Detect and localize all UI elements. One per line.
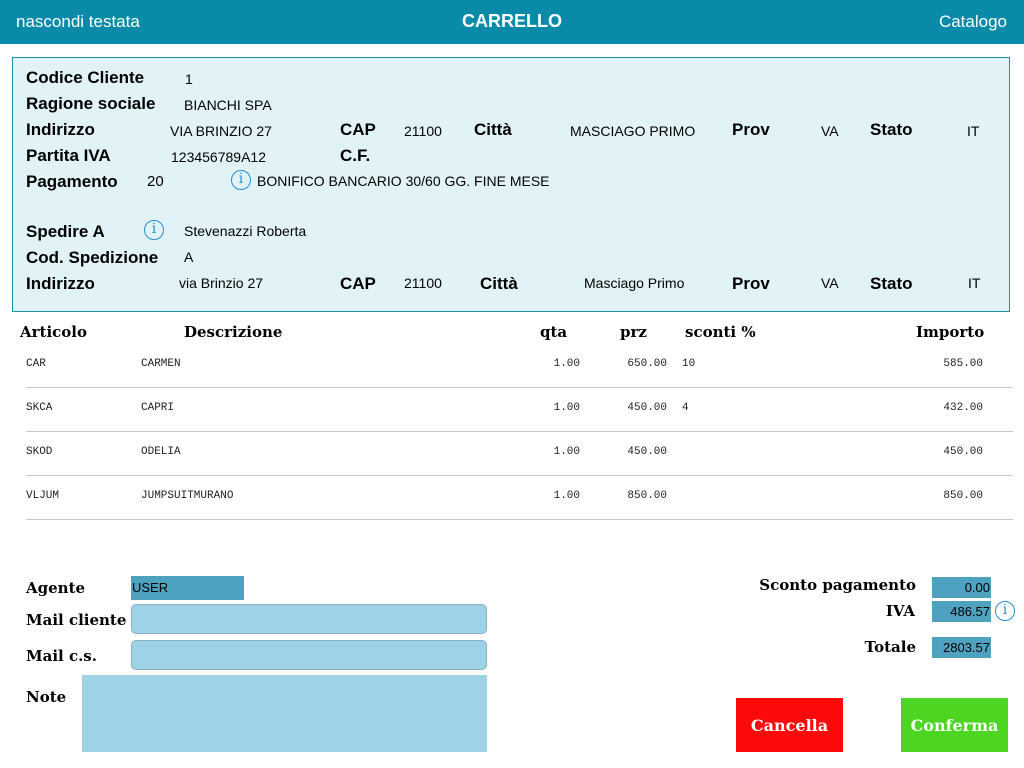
cell-qta: 1.00 [553, 446, 580, 458]
prov-spedizione-value: VA [821, 275, 839, 291]
cell-sconti: 4 [682, 402, 689, 414]
cell-descrizione: CARMEN [141, 358, 181, 370]
stato-spedizione-label: Stato [870, 274, 913, 293]
stato-value: IT [967, 123, 980, 139]
totale-label: Totale [864, 638, 916, 656]
table-row[interactable]: SKOD ODELIA 1.00 450.00 450.00 [26, 432, 1013, 476]
stato-label: Stato [870, 120, 913, 139]
partita-iva-label: Partita IVA [26, 146, 111, 165]
citta-label: Città [474, 120, 512, 139]
prov-label: Prov [732, 120, 770, 139]
spedire-a-value: Stevenazzi Roberta [184, 223, 307, 239]
pagamento-info-icon[interactable]: i [231, 170, 251, 190]
customer-header-panel: Codice Cliente 1 Ragione sociale BIANCHI… [12, 57, 1010, 312]
column-sconti: sconti % [685, 323, 756, 341]
codice-cliente-value: 1 [185, 71, 193, 87]
cell-importo: 850.00 [943, 490, 983, 502]
column-qta: qta [540, 323, 568, 341]
cod-spedizione-label: Cod. Spedizione [26, 248, 159, 267]
mail-cs-input[interactable] [131, 640, 487, 670]
column-prz: prz [620, 323, 647, 341]
cell-qta: 1.00 [553, 490, 580, 502]
pagamento-code: 20 [147, 173, 164, 190]
cell-articolo: SKOD [26, 446, 53, 458]
sconto-pagamento-value[interactable]: 0.00 [932, 577, 991, 598]
page-title: CARRELLO [462, 11, 562, 31]
catalog-button[interactable]: Catalogo [939, 12, 1007, 32]
cap-spedizione-value: 21100 [404, 275, 442, 291]
cell-articolo: SKCA [26, 402, 53, 414]
column-descrizione: Descrizione [184, 323, 283, 341]
cell-prz: 450.00 [627, 402, 667, 414]
cf-label: C.F. [340, 146, 371, 165]
citta-value: MASCIAGO PRIMO [570, 123, 696, 139]
note-label: Note [26, 688, 67, 706]
cap-label: CAP [340, 120, 376, 139]
cap-spedizione-label: CAP [340, 274, 376, 293]
table-row[interactable]: SKCA CAPRI 1.00 450.00 4 432.00 [26, 388, 1013, 432]
prov-spedizione-label: Prov [732, 274, 770, 293]
iva-value: 486.57 [932, 601, 991, 622]
stato-spedizione-value: IT [968, 275, 981, 291]
mail-cliente-input[interactable] [131, 604, 487, 634]
table-row[interactable]: VLJUM JUMPSUITMURANO 1.00 850.00 850.00 [26, 476, 1013, 520]
mail-cliente-label: Mail cliente [26, 611, 127, 629]
cell-importo: 585.00 [943, 358, 983, 370]
cell-descrizione: ODELIA [141, 446, 181, 458]
cod-spedizione-value: A [184, 249, 194, 265]
prov-value: VA [821, 123, 839, 139]
mail-cs-label: Mail c.s. [26, 647, 97, 665]
agente-field[interactable]: USER [131, 576, 244, 600]
indirizzo-spedizione-label: Indirizzo [26, 274, 95, 293]
cancel-button[interactable]: Cancella [736, 698, 843, 752]
agente-label: Agente [26, 579, 86, 597]
totale-value: 2803.57 [932, 637, 991, 658]
cell-importo: 450.00 [943, 446, 983, 458]
cell-prz: 450.00 [627, 446, 667, 458]
pagamento-description: BONIFICO BANCARIO 30/60 GG. FINE MESE [257, 173, 550, 189]
ragione-sociale-label: Ragione sociale [26, 94, 156, 113]
hide-header-button[interactable]: nascondi testata [16, 12, 140, 32]
confirm-button[interactable]: Conferma [901, 698, 1008, 752]
ragione-sociale-value: BIANCHI SPA [184, 97, 272, 113]
codice-cliente-label: Codice Cliente [26, 68, 145, 87]
cell-articolo: VLJUM [26, 490, 60, 502]
table-row[interactable]: CAR CARMEN 1.00 650.00 10 585.00 [26, 344, 1013, 388]
cell-prz: 650.00 [627, 358, 667, 370]
indirizzo-spedizione-value: via Brinzio 27 [179, 275, 264, 291]
cell-qta: 1.00 [553, 358, 580, 370]
cap-value: 21100 [404, 123, 442, 139]
cell-importo: 432.00 [943, 402, 983, 414]
spedire-a-info-icon[interactable]: i [144, 220, 164, 240]
cell-sconti: 10 [682, 358, 696, 370]
sconto-pagamento-label: Sconto pagamento [759, 576, 916, 594]
cell-descrizione: JUMPSUITMURANO [141, 490, 234, 502]
cell-qta: 1.00 [553, 402, 580, 414]
iva-info-icon[interactable]: i [995, 601, 1015, 621]
column-articolo: Articolo [20, 323, 88, 341]
indirizzo-value: VIA BRINZIO 27 [170, 123, 272, 139]
indirizzo-label: Indirizzo [26, 120, 95, 139]
citta-spedizione-value: Masciago Primo [584, 275, 685, 291]
partita-iva-value: 123456789A12 [171, 149, 266, 165]
iva-label: IVA [885, 602, 915, 620]
spedire-a-label: Spedire A [26, 222, 105, 241]
cell-articolo: CAR [26, 358, 46, 370]
navigation-bar: nascondi testata CARRELLO Catalogo [0, 0, 1024, 44]
column-importo: Importo [916, 323, 985, 341]
note-textarea[interactable] [82, 675, 487, 752]
pagamento-label: Pagamento [26, 172, 118, 191]
citta-spedizione-label: Città [480, 274, 518, 293]
cell-descrizione: CAPRI [141, 402, 175, 414]
cell-prz: 850.00 [627, 490, 667, 502]
